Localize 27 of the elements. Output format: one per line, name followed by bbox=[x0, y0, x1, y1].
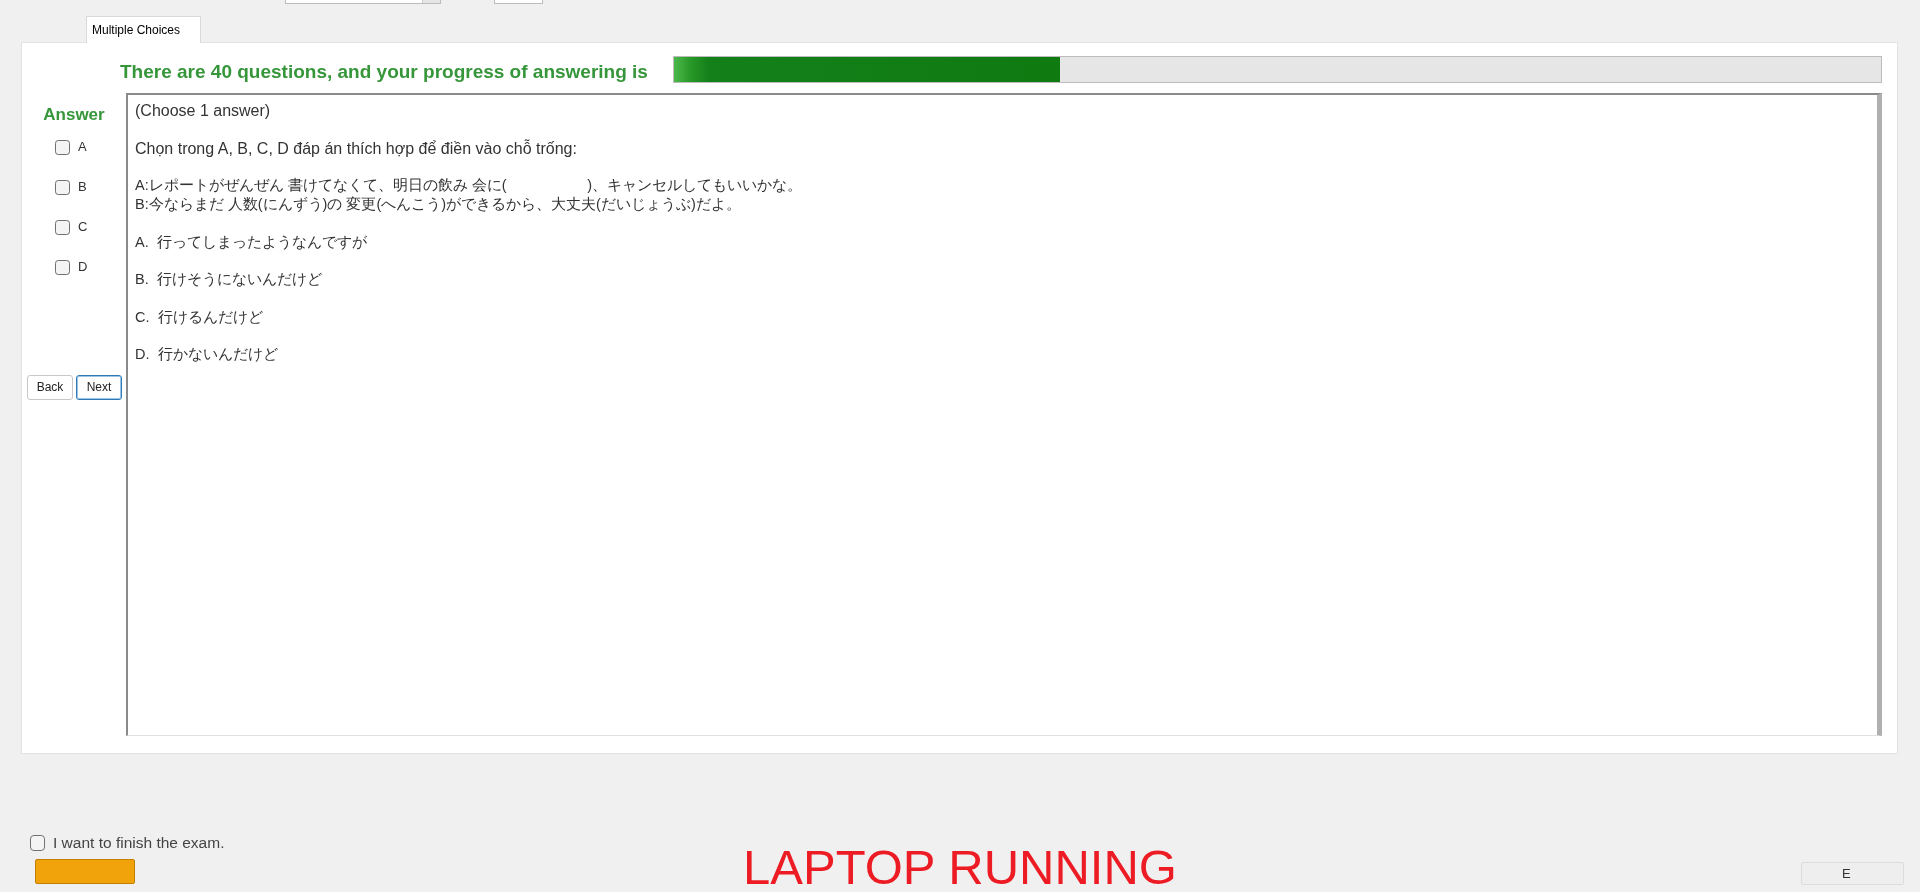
dropdown-field[interactable] bbox=[285, 0, 441, 4]
answer-heading: Answer bbox=[43, 105, 105, 125]
status-text: LAPTOP RUNNING bbox=[743, 843, 1177, 892]
option-label: B bbox=[78, 178, 87, 197]
instruction-text: (Choose 1 answer) bbox=[135, 101, 271, 120]
answer-choice: B. 行けそうにないんだけど bbox=[135, 270, 322, 289]
progress-label: There are 40 questions, and your progress of answering is bbox=[120, 60, 648, 83]
input-field[interactable] bbox=[494, 0, 543, 4]
answer-choice: A. 行ってしまったようなんですが bbox=[135, 232, 367, 252]
finish-label: I want to finish the exam. bbox=[53, 833, 225, 854]
next-button[interactable]: Next bbox=[76, 375, 122, 400]
dialogue-line: B:今ならまだ 人数(にんずう)の 変更(へんこう)ができるから、大丈夫(だいじょうぶ)だよ。 bbox=[135, 195, 741, 214]
answer-choice: D. 行かないんだけど bbox=[135, 345, 278, 364]
option-label: C bbox=[78, 218, 88, 237]
finish-checkbox[interactable] bbox=[30, 835, 45, 851]
option-label: A bbox=[78, 138, 87, 157]
answer-checkbox[interactable] bbox=[55, 259, 70, 275]
answer-choice: C. 行けるんだけど bbox=[135, 307, 263, 327]
option-label: D bbox=[78, 258, 88, 277]
answer-checkbox[interactable] bbox=[55, 219, 70, 235]
question-prompt: Chọn trong A, B, C, D đáp án thích hợp để điền vào chỗ trống: bbox=[135, 138, 577, 158]
tab[interactable]: Multiple Choices bbox=[86, 16, 201, 43]
corner-button[interactable]: E bbox=[1801, 862, 1904, 885]
answer-checkbox[interactable] bbox=[55, 139, 70, 155]
answer-checkbox[interactable] bbox=[55, 179, 70, 195]
dialogue-line: A:レポートがぜんぜん 書けてなくて、明日の飲み 会に( )、キャンセルしてもいいかな。 bbox=[135, 176, 802, 195]
back-button[interactable]: Back bbox=[27, 375, 73, 400]
